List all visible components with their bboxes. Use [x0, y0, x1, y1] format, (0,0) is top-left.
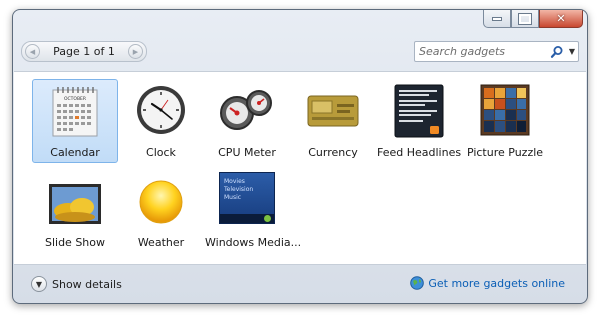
- search-options-dropdown[interactable]: ▼: [566, 47, 578, 56]
- gadget-label: Calendar: [50, 146, 100, 159]
- gadget-label: Feed Headlines: [377, 146, 462, 159]
- gadget-label: Picture Puzzle: [466, 146, 544, 159]
- chevron-down-icon: ▼: [31, 276, 47, 292]
- gadget-weather[interactable]: Weather: [118, 169, 204, 253]
- weather-sun-icon: [139, 180, 183, 224]
- puzzle-icon: [480, 84, 530, 136]
- gadget-calendar[interactable]: OCTOBER Calendar: [32, 79, 118, 163]
- next-page-button[interactable]: ▶: [127, 44, 143, 59]
- search-box: ▼: [414, 41, 579, 62]
- get-more-gadgets-label: Get more gadgets online: [428, 276, 565, 290]
- slideshow-icon: [49, 184, 101, 224]
- clock-icon: [137, 86, 185, 134]
- show-details-button[interactable]: ▼ Show details: [31, 276, 122, 292]
- maximize-button[interactable]: [511, 10, 539, 28]
- close-button[interactable]: ✕: [539, 10, 583, 28]
- previous-page-button[interactable]: ◀: [25, 44, 40, 59]
- triangle-right-icon: ▶: [132, 47, 139, 56]
- gadget-clock[interactable]: Clock: [118, 79, 204, 163]
- search-input[interactable]: [415, 44, 550, 59]
- triangle-left-icon: ◀: [29, 47, 36, 56]
- windows-media-icon: Movies Television Music: [219, 172, 275, 224]
- calendar-month-label: OCTOBER: [64, 96, 86, 102]
- search-icon[interactable]: [550, 45, 564, 59]
- page-indicator: Page 1 of 1: [53, 45, 115, 58]
- gadget-label: Clock: [146, 146, 176, 159]
- window-footer: ▼ Show details Get more gadgets online: [13, 266, 587, 303]
- feed-icon: [394, 84, 444, 138]
- chevron-down-icon: ▼: [568, 47, 576, 56]
- media-menu-item: Television: [224, 186, 254, 193]
- currency-icon: [307, 95, 359, 127]
- gadget-label: Slide Show: [44, 236, 106, 249]
- gadget-label: Weather: [137, 236, 185, 249]
- calendar-icon: OCTOBER: [52, 87, 98, 137]
- gadgets-window: ✕ ◀ Page 1 of 1 ▶ ▼ OCTOBER: [12, 9, 588, 304]
- media-menu-item: Movies: [224, 178, 245, 185]
- get-more-gadgets-link[interactable]: Get more gadgets online: [410, 276, 565, 290]
- globe-icon: [410, 276, 425, 290]
- gadget-windows-media[interactable]: Movies Television Music Windows Media...: [204, 169, 302, 253]
- gadget-label: CPU Meter: [218, 146, 276, 159]
- media-menu-item: Music: [224, 194, 242, 201]
- close-icon: ✕: [556, 12, 566, 25]
- gadget-label: Currency: [308, 146, 358, 159]
- media-menu: Movies Television Music: [224, 178, 253, 202]
- gadget-currency[interactable]: Currency: [290, 79, 376, 163]
- show-details-label: Show details: [52, 277, 122, 291]
- maximize-icon: [518, 12, 532, 25]
- minimize-button[interactable]: [483, 10, 511, 28]
- page-navigator: ◀ Page 1 of 1 ▶: [21, 41, 147, 62]
- gadget-slide-show[interactable]: Slide Show: [32, 169, 118, 253]
- cpu-meter-icon: [220, 90, 272, 130]
- gadget-picture-puzzle[interactable]: Picture Puzzle: [462, 79, 548, 163]
- gadget-label: Windows Media...: [205, 236, 302, 249]
- gadget-gallery: OCTOBER Calendar Clock CPU Meter Currenc…: [14, 71, 586, 265]
- gadget-cpu-meter[interactable]: CPU Meter: [204, 79, 290, 163]
- minimize-icon: [492, 16, 502, 21]
- window-controls: ✕: [483, 10, 583, 28]
- gadget-feed-headlines[interactable]: Feed Headlines: [376, 79, 462, 163]
- windows-logo-icon: [264, 215, 271, 222]
